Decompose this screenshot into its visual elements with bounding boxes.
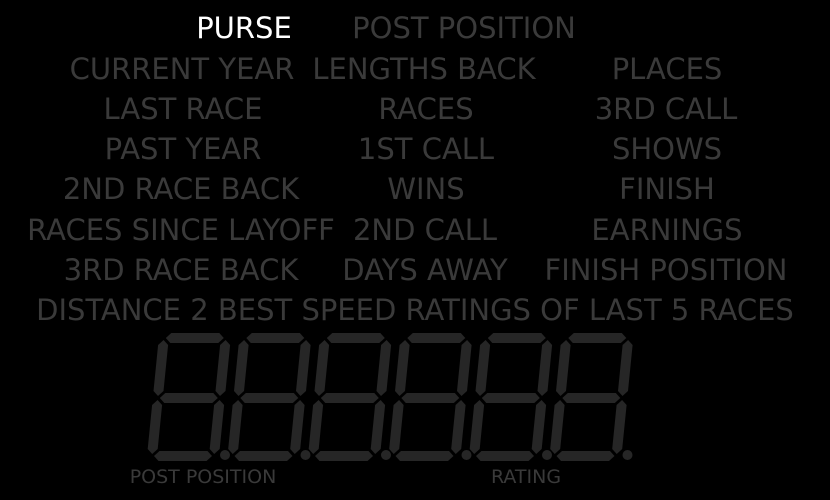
digit-3-segment-g [320, 393, 379, 403]
digit-4-segment-g [401, 393, 460, 403]
digit-5-segment-f [475, 340, 491, 396]
digit-2-segment-b [296, 340, 311, 396]
digit-4-segment-c [451, 400, 466, 454]
digit-1-segment-a [165, 333, 224, 343]
digit-1-segment-f [153, 340, 169, 396]
digit-6-segment-b [618, 340, 633, 396]
digit-3-segment-a [326, 333, 385, 343]
digit-5-decimal-point [542, 450, 552, 460]
digit-4-segment-a [407, 333, 466, 343]
digit-2-segment-a [246, 333, 305, 343]
digit-1-decimal-point [220, 450, 230, 460]
digit-5-segment-e [469, 400, 485, 454]
digit-6-segment-e [550, 400, 565, 454]
digit-1-segment-g [159, 393, 218, 403]
digit-4-decimal-point [461, 450, 472, 460]
seven-segment-display [147, 333, 633, 461]
digit-2-segment-e [228, 400, 243, 454]
digit-2-decimal-point [300, 450, 311, 460]
digit-3-segment-e [308, 400, 324, 454]
digit-1-segment-e [147, 400, 163, 454]
digit-5-segment-b [537, 340, 553, 396]
digit-5-segment-a [487, 333, 546, 343]
display-label-rating: RATING [490, 466, 562, 488]
digit-5-segment-d [476, 451, 534, 461]
display-label-post-position: POST POSITION [129, 466, 277, 488]
digit-6-segment-a [568, 333, 627, 343]
digit-5-segment-c [531, 400, 547, 454]
digit-3-decimal-point [381, 450, 391, 460]
digit-3-segment-c [370, 400, 386, 454]
digit-6-segment-f [556, 340, 571, 396]
digit-4-segment-f [395, 340, 410, 396]
digit-3-segment-d [315, 451, 373, 461]
digit-2-segment-d [234, 451, 293, 461]
digit-6-segment-g [562, 393, 621, 403]
digit-3-segment-b [376, 340, 392, 396]
digit-3-segment-f [314, 340, 330, 396]
digit-4-segment-b [457, 340, 472, 396]
digit-6-segment-c [612, 400, 627, 454]
digit-6-segment-d [556, 451, 615, 461]
digit-5-segment-g [481, 393, 540, 403]
digit-6-decimal-point [622, 450, 633, 460]
digit-4-segment-e [389, 400, 404, 454]
digit-2-segment-g [240, 393, 299, 403]
digit-1-segment-d [154, 451, 212, 461]
digit-1-segment-b [215, 340, 231, 396]
digit-2-segment-f [234, 340, 249, 396]
digit-4-segment-d [395, 451, 454, 461]
digit-1-segment-c [209, 400, 225, 454]
digit-2-segment-c [290, 400, 305, 454]
